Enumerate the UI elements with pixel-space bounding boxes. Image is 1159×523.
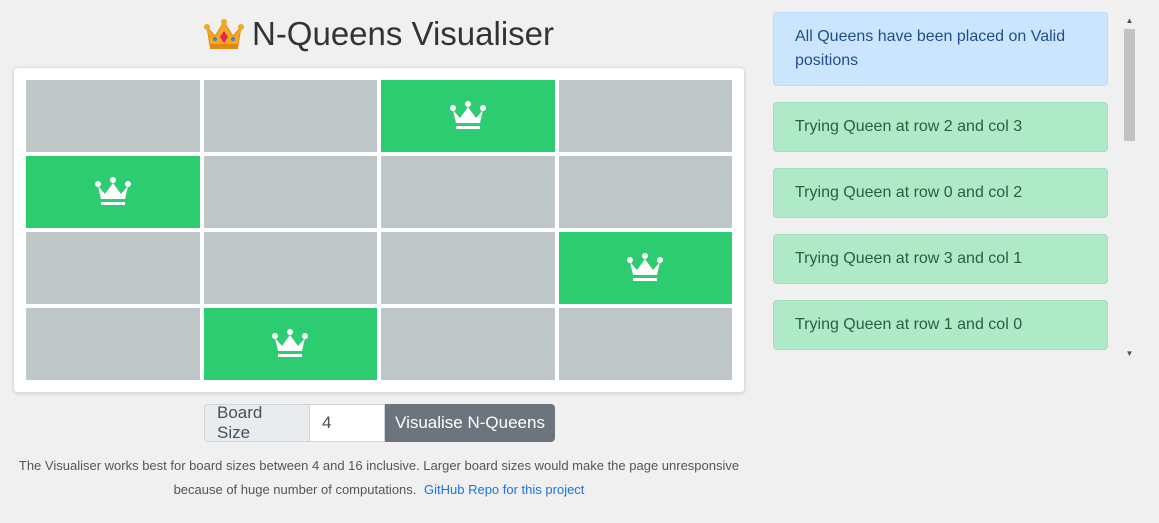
- log-item: Trying Queen at row 3 and col 1: [773, 234, 1108, 284]
- board-cell: [381, 232, 555, 304]
- title-text: N-Queens Visualiser: [251, 15, 555, 52]
- info-note: The Visualiser works best for board size…: [0, 454, 758, 502]
- queen-crown-icon: [449, 101, 486, 129]
- log-panel: All Queens have been placed on Valid pos…: [773, 12, 1108, 366]
- board-cell-queen: [203, 308, 377, 380]
- board-cell: [381, 156, 555, 228]
- board-cell: [558, 80, 732, 152]
- scrollbar-thumb[interactable]: [1124, 29, 1135, 141]
- board-size-controls: Board Size Visualise N-Queens: [204, 403, 555, 442]
- github-link[interactable]: GitHub Repo for this project: [424, 482, 584, 497]
- log-item-text: Trying Queen at row 3 and col 1: [795, 250, 1023, 267]
- log-item-text: Trying Queen at row 0 and col 2: [795, 184, 1023, 201]
- board-cell: [26, 308, 200, 380]
- queen-crown-icon: [94, 177, 131, 205]
- board-cell: [203, 232, 377, 304]
- log-item: Trying Queen at row 2 and col 3: [773, 102, 1108, 152]
- log-item: Trying Queen at row 0 and col 2: [773, 168, 1108, 218]
- log-item-text: Trying Queen at row 2 and col 3: [795, 118, 1023, 135]
- board-cell: [558, 156, 732, 228]
- visualise-button[interactable]: Visualise N-Queens: [385, 404, 555, 442]
- board-cell: [26, 80, 200, 152]
- crown-icon: [203, 19, 244, 49]
- board-cell-queen: [558, 232, 732, 304]
- scroll-up-arrow-icon[interactable]: ▲: [1121, 12, 1138, 29]
- page-title: N-Queens Visualiser: [0, 12, 758, 56]
- status-message: All Queens have been placed on Valid pos…: [773, 12, 1108, 86]
- queen-crown-icon: [272, 329, 309, 357]
- board-cell: [203, 156, 377, 228]
- board-cell: [203, 80, 377, 152]
- board-size-input[interactable]: [309, 404, 385, 442]
- board-card: [13, 67, 745, 393]
- board-size-label: Board Size: [204, 403, 309, 442]
- scroll-down-arrow-icon[interactable]: ▼: [1121, 345, 1138, 362]
- board-cell: [558, 308, 732, 380]
- status-text: All Queens have been placed on Valid pos…: [795, 28, 1066, 69]
- note-text: The Visualiser works best for board size…: [18, 458, 740, 497]
- queen-crown-icon: [627, 253, 664, 281]
- chess-board: [26, 80, 732, 380]
- log-item-text: Trying Queen at row 1 and col 0: [795, 316, 1023, 333]
- log-item: Trying Queen at row 1 and col 0: [773, 300, 1108, 350]
- board-cell-queen: [381, 80, 555, 152]
- log-scrollbar[interactable]: ▲ ▼: [1121, 12, 1138, 362]
- board-cell: [381, 308, 555, 380]
- board-cell-queen: [26, 156, 200, 228]
- board-cell: [26, 232, 200, 304]
